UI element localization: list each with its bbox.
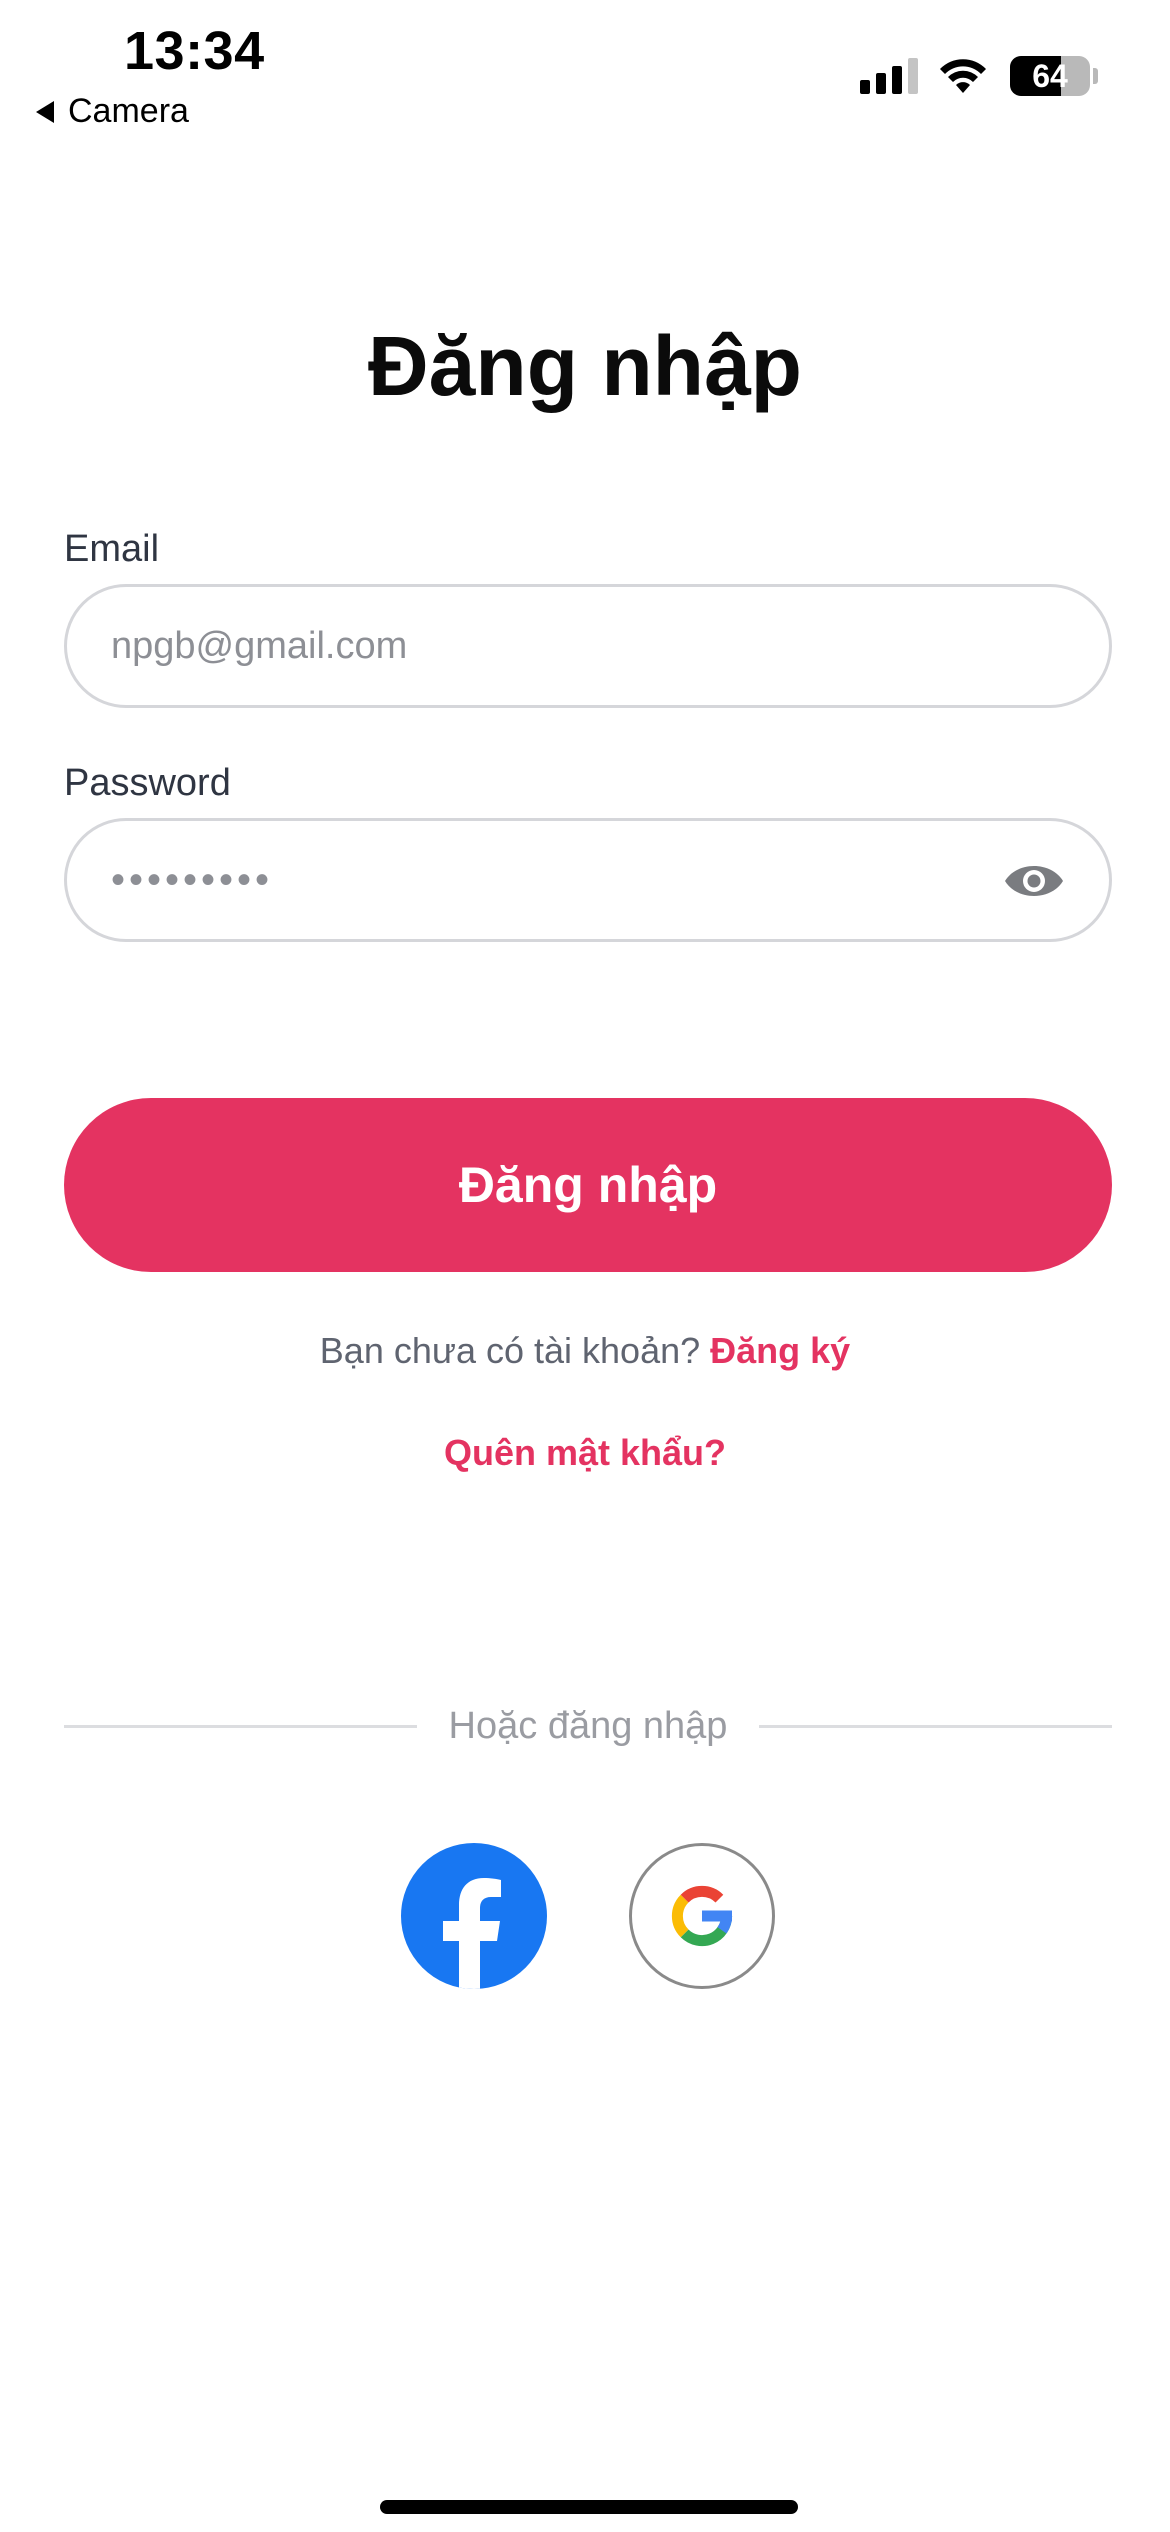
password-value: ••••••••• [111,857,274,902]
back-label: Camera [68,92,189,130]
divider-line-left [64,1724,417,1728]
divider-line-right [759,1724,1112,1728]
no-account-text: Bạn chưa có tài khoản? [319,1330,701,1371]
back-arrow-icon [36,100,54,123]
register-link[interactable]: Đăng ký [710,1330,850,1371]
social-divider: Hoặc đăng nhập [64,1696,1112,1756]
google-icon [671,1885,733,1947]
email-label: Email [64,528,160,570]
home-indicator[interactable] [380,2500,798,2514]
google-login-button[interactable] [629,1843,775,1989]
login-button[interactable]: Đăng nhập [64,1098,1112,1272]
battery-tip [1093,68,1098,84]
divider-text: Hoặc đăng nhập [448,1704,728,1747]
forgot-password-row: Quên mật khẩu? [0,1432,1170,1474]
back-to-camera-link[interactable]: Camera [36,92,189,131]
battery-icon: 64 [1010,56,1090,96]
facebook-icon [443,1878,501,1989]
signup-prompt: Bạn chưa có tài khoản? Đăng ký [0,1330,1170,1372]
password-label: Password [64,762,231,804]
password-field[interactable]: ••••••••• [64,818,1112,942]
email-field[interactable]: npgb@gmail.com [64,584,1112,708]
show-password-eye-icon[interactable] [1003,857,1065,905]
facebook-login-button[interactable] [401,1843,547,1989]
cellular-signal-icon [860,58,918,94]
wifi-icon [940,59,986,93]
battery-percent: 64 [1032,57,1068,94]
page-title: Đăng nhập [368,319,802,413]
email-value: npgb@gmail.com [111,624,408,667]
forgot-password-link[interactable]: Quên mật khẩu? [444,1432,726,1473]
status-time: 13:34 [124,21,265,81]
